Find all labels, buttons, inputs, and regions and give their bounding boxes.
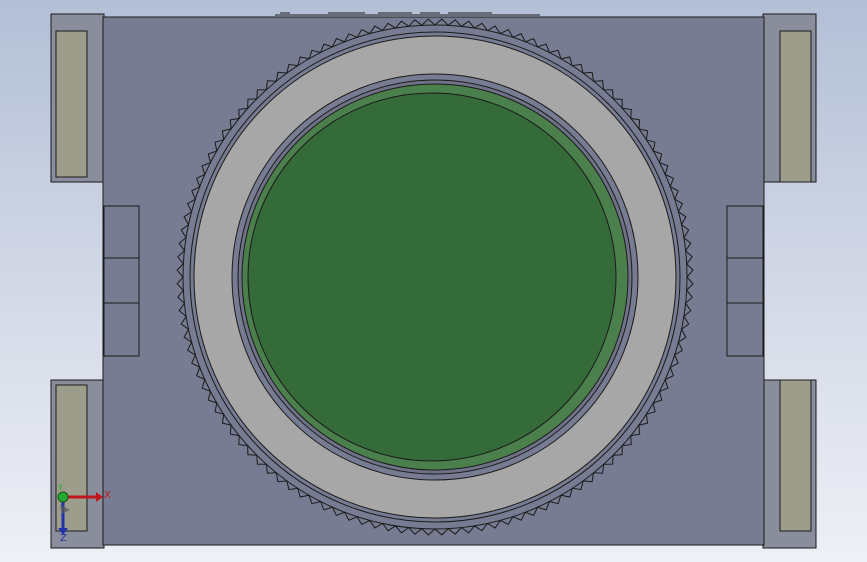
right-side-tabs[interactable]	[726, 205, 764, 357]
right-bottom-rail[interactable]	[762, 379, 817, 549]
y-axis-label: Y	[57, 483, 63, 492]
right-bottom-plate	[779, 379, 812, 532]
model-view[interactable]: X Z Y	[0, 0, 867, 562]
z-axis-label: Z	[60, 533, 67, 544]
x-axis-label: X	[104, 490, 111, 501]
lens[interactable]	[241, 83, 629, 471]
right-top-plate	[779, 30, 812, 183]
left-top-rail[interactable]	[50, 13, 105, 183]
top-edge-details	[275, 12, 540, 16]
left-bottom-plate	[55, 384, 88, 532]
right-top-rail[interactable]	[762, 13, 817, 183]
y-axis-dot	[57, 491, 69, 503]
graphics-viewport[interactable]: X Z Y	[0, 0, 867, 562]
left-bottom-rail[interactable]	[50, 379, 105, 549]
left-side-tabs[interactable]	[103, 205, 140, 357]
left-top-plate	[55, 30, 88, 178]
